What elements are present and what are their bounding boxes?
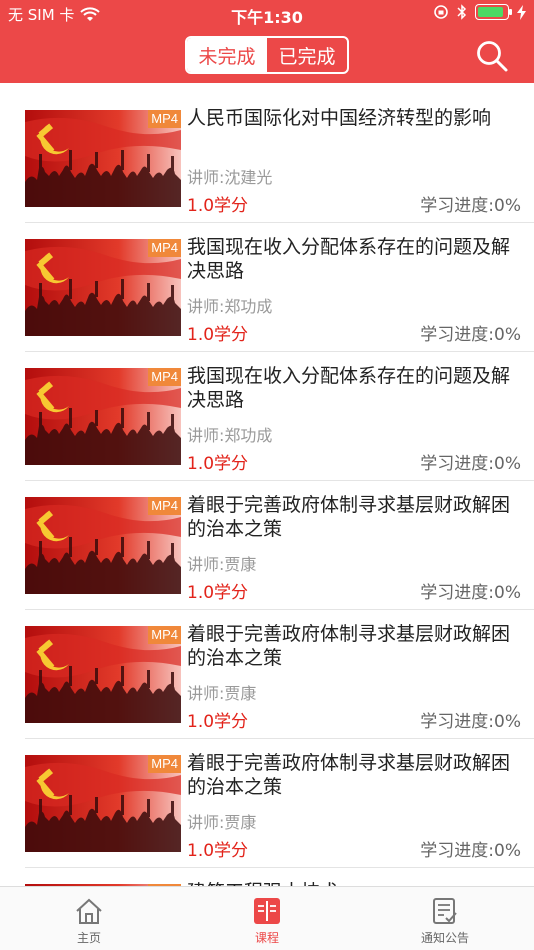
format-badge: MP4 — [148, 368, 181, 386]
course-thumbnail: MP4 — [25, 626, 181, 723]
battery-icon — [475, 4, 512, 20]
tab-notices[interactable]: 通知公告 — [356, 887, 534, 950]
course-credit: 1.0学分 — [187, 454, 249, 474]
book-icon — [254, 898, 280, 924]
status-bar: 无 SIM 卡 下午1:30 — [0, 0, 534, 28]
tab-incomplete[interactable]: 未完成 — [187, 38, 267, 72]
course-row-1[interactable]: MP4 人民币国际化对中国经济转型的影响 讲师:沈建光 1.0学分 学习进度:0… — [25, 94, 534, 223]
course-title: 着眼于完善政府体制寻求基层财政解困的治本之策 — [187, 752, 511, 798]
tab-courses[interactable]: 课程 — [178, 887, 356, 950]
course-title: 着眼于完善政府体制寻求基层财政解困的治本之策 — [187, 494, 511, 540]
course-thumbnail: MP4 — [25, 368, 181, 465]
course-teacher: 讲师:郑功成 — [187, 297, 273, 316]
status-toggle: 未完成 已完成 — [185, 36, 349, 74]
course-credit: 1.0学分 — [187, 841, 249, 861]
top-bar: 无 SIM 卡 下午1:30 未完成 已完成 — [0, 0, 534, 83]
course-progress: 学习进度:0% — [420, 196, 521, 216]
course-row-4[interactable]: MP4 着眼于完善政府体制寻求基层财政解困的治本之策 讲师:贾康 1.0学分 学… — [25, 481, 534, 610]
course-row-5[interactable]: MP4 着眼于完善政府体制寻求基层财政解困的治本之策 讲师:贾康 1.0学分 学… — [25, 610, 534, 739]
course-credit: 1.0学分 — [187, 196, 249, 216]
course-credit: 1.0学分 — [187, 712, 249, 732]
tab-home[interactable]: 主页 — [0, 887, 178, 950]
course-row-7[interactable]: MP4 建筑工程强本技术 — [25, 868, 534, 886]
bottom-tab-bar: 主页 课程 通知公告 — [0, 886, 534, 950]
course-row-2[interactable]: MP4 我国现在收入分配体系存在的问题及解决思路 讲师:郑功成 1.0学分 学习… — [25, 223, 534, 352]
format-badge: MP4 — [148, 239, 181, 257]
format-badge: MP4 — [148, 755, 181, 773]
course-row-3[interactable]: MP4 我国现在收入分配体系存在的问题及解决思路 讲师:郑功成 1.0学分 学习… — [25, 352, 534, 481]
tab-notices-label: 通知公告 — [420, 931, 469, 945]
course-thumbnail: MP4 — [25, 239, 181, 336]
course-row-6[interactable]: MP4 着眼于完善政府体制寻求基层财政解困的治本之策 讲师:贾康 1.0学分 学… — [25, 739, 534, 868]
notice-icon — [433, 898, 457, 924]
course-teacher: 讲师:郑功成 — [187, 426, 273, 445]
format-badge: MP4 — [148, 497, 181, 515]
course-progress: 学习进度:0% — [420, 454, 521, 474]
course-credit: 1.0学分 — [187, 325, 249, 345]
battery-fill — [478, 7, 503, 17]
search-icon — [477, 41, 508, 72]
course-title: 我国现在收入分配体系存在的问题及解决思路 — [187, 236, 511, 282]
course-progress: 学习进度:0% — [420, 712, 521, 732]
course-teacher: 讲师:沈建光 — [187, 168, 273, 187]
tab-courses-label: 课程 — [254, 931, 279, 945]
course-thumbnail: MP4 — [25, 110, 181, 207]
home-icon — [76, 898, 102, 924]
course-thumbnail: MP4 — [25, 755, 181, 852]
course-teacher: 讲师:贾康 — [187, 555, 257, 574]
course-progress: 学习进度:0% — [420, 583, 521, 603]
course-title: 着眼于完善政府体制寻求基层财政解困的治本之策 — [187, 623, 511, 669]
bluetooth-icon — [457, 4, 467, 20]
course-teacher: 讲师:贾康 — [187, 684, 257, 703]
course-teacher: 讲师:贾康 — [187, 813, 257, 832]
format-badge: MP4 — [148, 626, 181, 644]
course-progress: 学习进度:0% — [420, 841, 521, 861]
course-credit: 1.0学分 — [187, 583, 249, 603]
tab-home-label: 主页 — [76, 931, 101, 945]
course-title: 人民币国际化对中国经济转型的影响 — [187, 107, 492, 129]
course-thumbnail: MP4 — [25, 497, 181, 594]
course-list[interactable]: MP4 人民币国际化对中国经济转型的影响 讲师:沈建光 1.0学分 学习进度:0… — [0, 83, 534, 886]
course-progress: 学习进度:0% — [420, 325, 521, 345]
format-badge: MP4 — [148, 110, 181, 128]
orientation-lock-icon — [434, 5, 448, 19]
search-button[interactable] — [474, 38, 514, 74]
course-title: 我国现在收入分配体系存在的问题及解决思路 — [187, 365, 511, 411]
tab-complete[interactable]: 已完成 — [267, 38, 347, 72]
charging-icon — [517, 4, 526, 20]
